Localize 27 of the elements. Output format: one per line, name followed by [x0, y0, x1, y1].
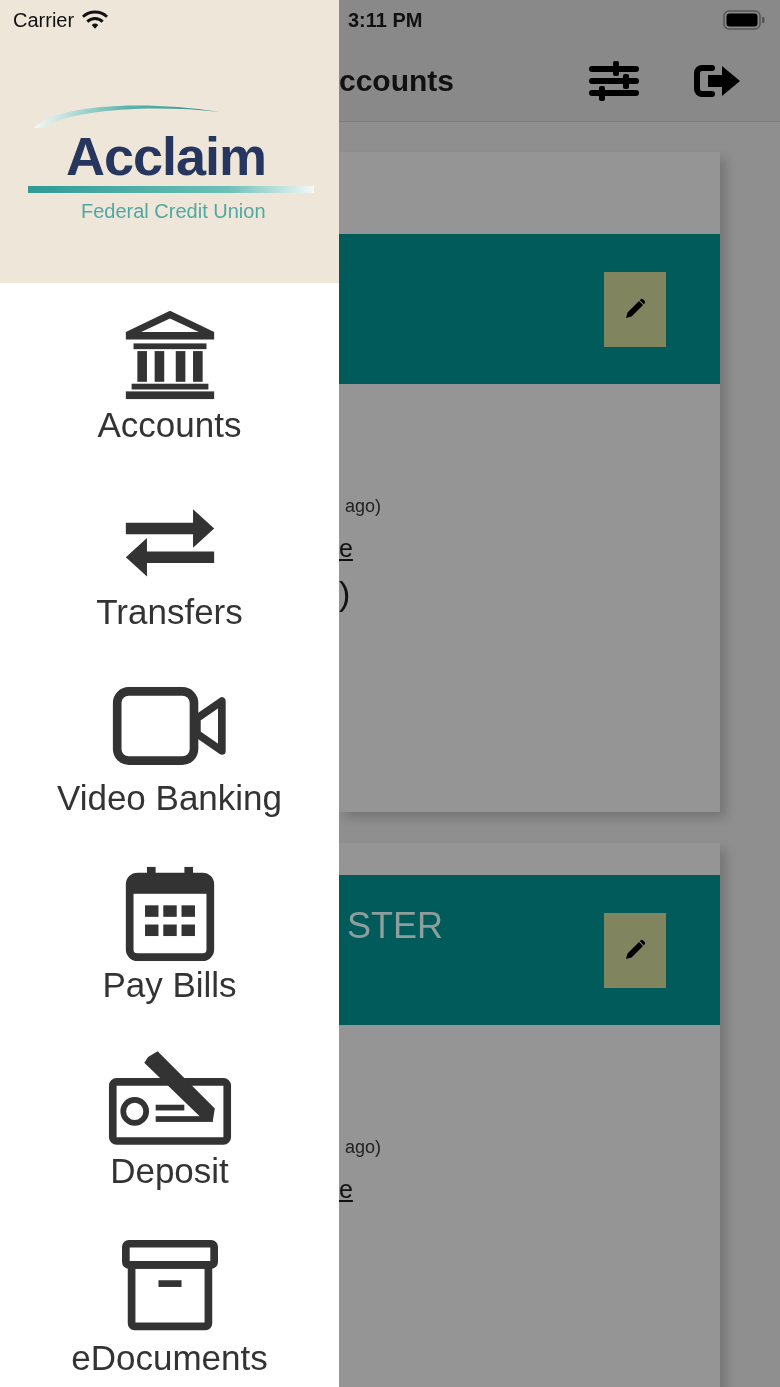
card-text: ago)	[344, 495, 382, 518]
wifi-icon	[82, 10, 109, 30]
battery-icon	[723, 10, 765, 30]
check-pencil-icon	[107, 1051, 232, 1147]
menu-item[interactable]: Deposit	[0, 1029, 339, 1216]
edit-button[interactable]	[604, 912, 666, 988]
nav-title: ccounts	[339, 63, 455, 98]
card-link[interactable]: e	[339, 528, 353, 568]
card-text: ago)	[344, 1136, 382, 1159]
logo-bar-icon	[28, 186, 314, 193]
pencil-icon	[623, 938, 647, 962]
card-link[interactable]: e	[339, 1169, 353, 1209]
logout-icon[interactable]	[694, 63, 742, 98]
status-time: 3:11 PM	[348, 8, 423, 32]
menu-item[interactable]: Video Banking	[0, 656, 339, 843]
menu-item[interactable]: Accounts	[0, 283, 339, 470]
logo-subtitle: Federal Credit Union	[81, 199, 266, 223]
menu-item[interactable]: Transfers	[0, 469, 339, 656]
pencil-icon	[623, 297, 647, 321]
carrier-label: Carrier	[13, 8, 75, 32]
edit-button[interactable]	[604, 271, 666, 347]
filter-sliders-icon[interactable]	[589, 59, 639, 102]
logo-name: Acclaim	[66, 128, 267, 184]
menu-item[interactable]: Pay Bills	[0, 842, 339, 1029]
menu-item[interactable]: eDocuments	[0, 1215, 339, 1387]
card-amount: )	[339, 573, 351, 614]
card-title: STER	[346, 905, 443, 947]
